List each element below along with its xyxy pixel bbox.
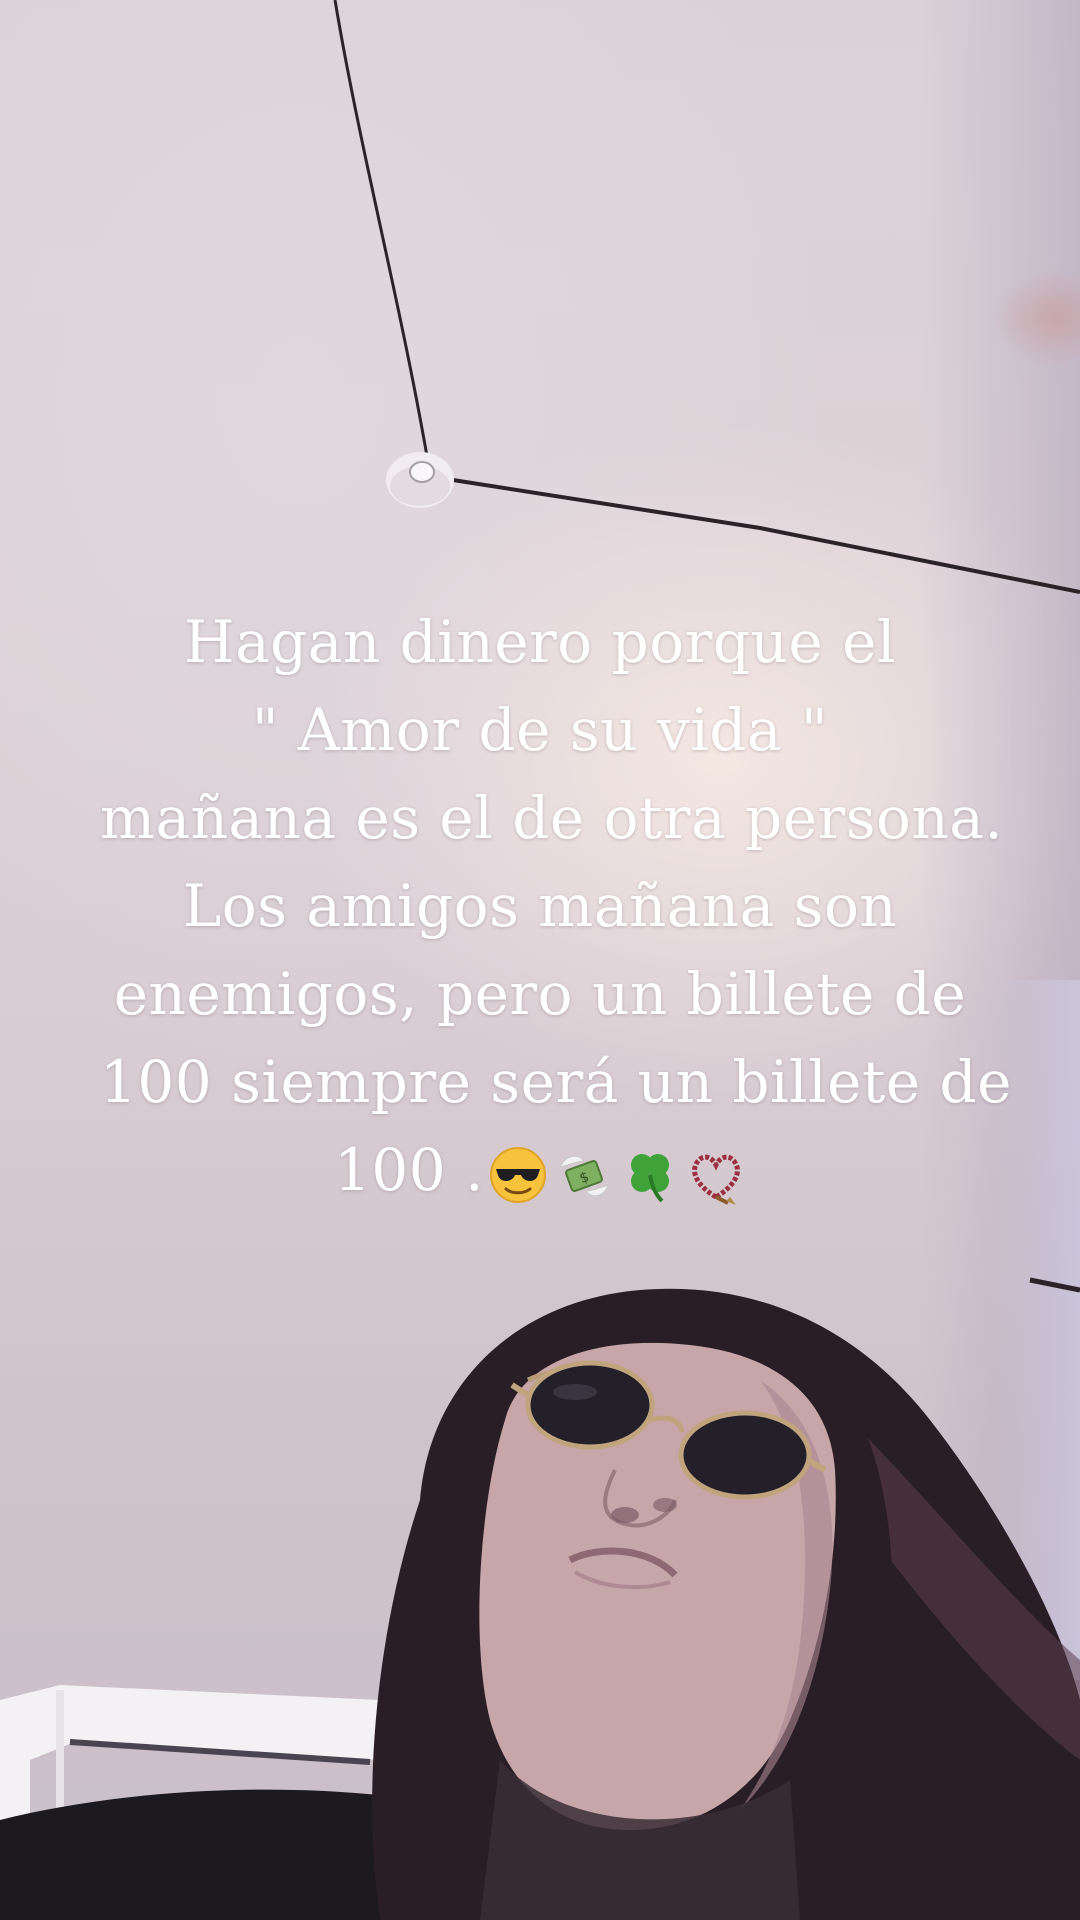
light-fixture [386,452,454,508]
story-frame: Hagan dinero porque el " Amor de su vida… [0,0,1080,1920]
caption-line-7-text: 100 . [333,1136,485,1204]
caption-line-5: enemigos, pero un billete de [113,960,967,1028]
wall-cable [439,476,1080,594]
prayer-beads-icon [692,1154,740,1205]
caption-line-6: 100 siempre será un billete de [100,1048,1012,1116]
person [0,1288,1080,1920]
caption-line-3: mañana es el de otra persona. [100,784,1004,852]
sunglasses-face-icon [490,1146,547,1203]
four-leaf-clover-icon [631,1153,670,1203]
story-caption: Hagan dinero porque el " Amor de su vida… [100,598,1012,1214]
caption-line-4: Los amigos mañana son [182,872,898,940]
money-with-wings-icon: $ [559,1155,609,1197]
caption-line-7: 100 . $ [100,1126,980,1214]
caption-line-1: Hagan dinero porque el [184,608,896,676]
caption-emojis: $ [488,1145,746,1205]
ceiling-cable [333,0,430,463]
caption-line-2: " Amor de su vida " [251,696,829,764]
